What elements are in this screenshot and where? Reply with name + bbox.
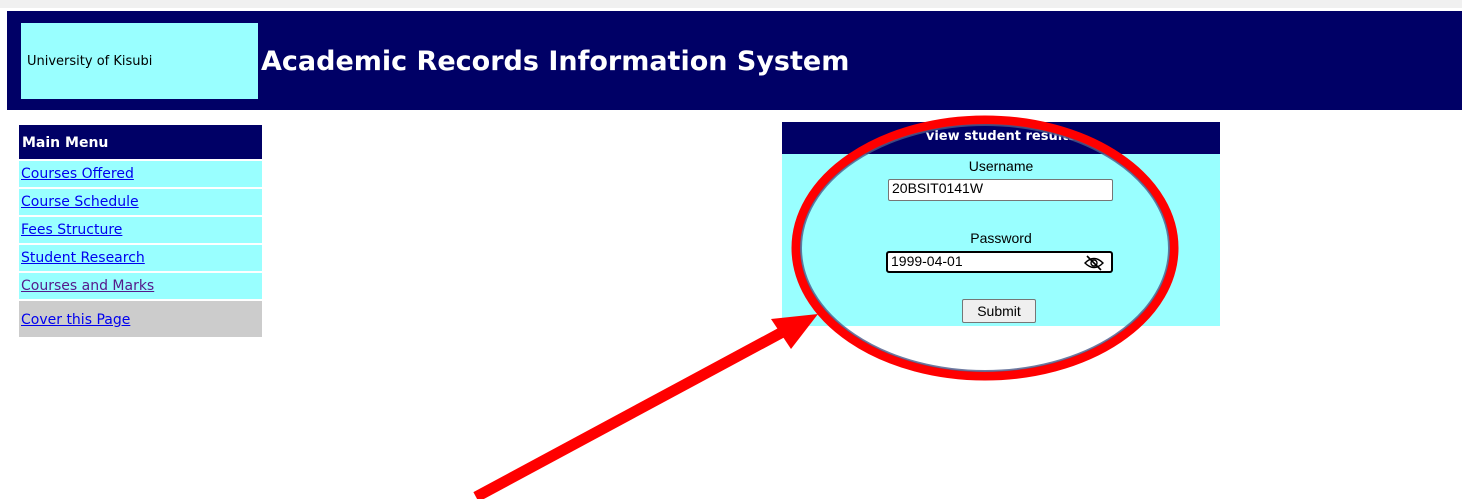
fees-structure-link[interactable]: Fees Structure [21,222,122,238]
login-panel-heading: view student results [782,122,1220,154]
site-title: Academic Records Information System [261,46,850,77]
password-label: Password [970,230,1032,246]
annotation-arrow-shaft [473,323,793,499]
menu-item-fees-structure: Fees Structure [19,217,262,243]
password-input[interactable]: 1999-04-01 [886,251,1113,273]
menu-item-courses-and-marks: Courses and Marks [19,273,262,299]
username-value: 20BSIT0141W [892,180,984,196]
courses-and-marks-link[interactable]: Courses and Marks [21,278,154,294]
site-header: University of Kisubi Academic Records In… [7,11,1462,110]
institution-name: University of Kisubi [27,53,153,69]
eye-slash-icon[interactable] [1083,254,1105,272]
courses-offered-link[interactable]: Courses Offered [21,166,134,182]
username-input[interactable]: 20BSIT0141W [888,179,1113,201]
main-menu: Main Menu Courses Offered Course Schedul… [19,125,262,337]
menu-item-student-research: Student Research [19,245,262,271]
menu-item-courses-offered: Courses Offered [19,161,262,187]
institution-logo-box: University of Kisubi [21,23,258,99]
student-research-link[interactable]: Student Research [21,250,145,266]
menu-item-course-schedule: Course Schedule [19,189,262,215]
submit-button[interactable]: Submit [962,299,1036,323]
main-menu-heading: Main Menu [19,125,262,159]
menu-item-cover-page: Cover this Page [19,301,262,337]
course-schedule-link[interactable]: Course Schedule [21,194,139,210]
cover-this-page-link[interactable]: Cover this Page [21,312,130,328]
browser-top-strip [0,0,1462,8]
login-panel: view student results Username 20BSIT0141… [782,122,1220,326]
password-value: 1999-04-01 [891,253,963,269]
username-label: Username [968,158,1034,174]
